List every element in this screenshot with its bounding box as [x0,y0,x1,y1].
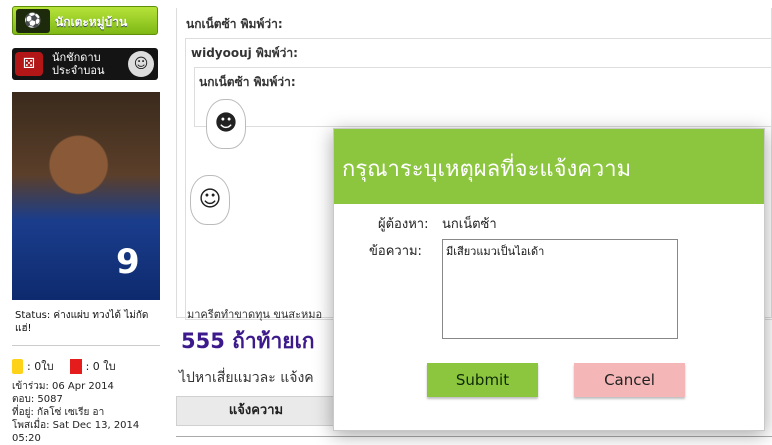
post-headline: 555 ถ้าท้ายเก [181,329,315,353]
user-stats: เข้าร่วม: 06 Apr 2014 ตอบ: 5087 ที่อยู่:… [12,380,170,445]
location: ที่อยู่: กัลโซ่ เซเรีย อา [12,407,105,418]
dialog-header: กรุณาระบุเหตุผลที่จะแจ้งความ [334,129,764,204]
sticker-emoji-icon: ☺ [190,175,230,225]
troll-face-icon: ☺ [128,51,154,77]
red-card-icon [69,358,82,374]
nested-quote-inner: นกเน็ตซ้า พิมพ์ว่า: [194,67,772,127]
dice-icon: ⚄ [15,52,43,76]
rank-badge: ⚽ นักเตะหมู่บ้าน [12,6,158,35]
quote-header: widyoouj พิมพ์ว่า: [191,46,298,60]
sticker-emoji-icon: ☻ [206,99,246,149]
submit-button[interactable]: Submit [427,363,538,397]
joined-date: เข้าร่วม: 06 Apr 2014 [12,381,114,392]
signature: มาครีตทำขาดทุน ขนสะหมอ [187,308,323,321]
sidebar-divider [12,345,160,346]
card-count: : 0ใบ : 0 ใบ [12,357,162,375]
gambler-badge: ⚄ นักชักดาบ ประจำบอน ☺ [12,48,158,80]
report-dialog: กรุณาระบุเหตุผลที่จะแจ้งความ ผู้ต้องหา: … [333,128,765,431]
post-subline: ไปหาเสี่ยแมวละ แจ้งค [179,370,314,386]
message-label: ข้อความ: [369,244,422,259]
user-sidebar: ⚽ นักเตะหมู่บ้าน ⚄ นักชักดาบ ประจำบอน ☺ … [0,0,168,444]
quote-header: นกเน็ตซ้า พิมพ์ว่า: [199,75,296,89]
shirt-number: 9 [116,242,140,282]
status-text: Status: ค่างแผ่บ ทวงได้ ไม่กัด แฮ่! [15,310,149,334]
message-textarea[interactable]: มีเสียวแมวเป็นไอเด้า [442,239,678,339]
avatar: 9 [12,92,160,300]
red-card-count: : 0 ใบ [85,360,116,373]
reply-count: ตอบ: 5087 [12,394,63,405]
cancel-button[interactable]: Cancel [574,363,685,397]
soccer-shoe-icon: ⚽ [16,9,50,33]
divider [176,436,772,437]
quote-header: นกเน็ตซ้า พิมพ์ว่า: [186,17,283,31]
report-button[interactable]: แจ้งความ [176,396,336,426]
dialog-title: กรุณาระบุเหตุผลที่จะแจ้งความ [342,157,632,182]
accuser-label: ผู้ต้องหา: [378,217,429,232]
accuser-value: นกเน็ตซ้า [442,217,497,232]
yellow-card-icon [12,358,23,374]
gambler-label: นักชักดาบ ประจำบอน [52,51,105,77]
rank-label: นักเตะหมู่บ้าน [55,15,128,29]
post-time: โพสเมื่อ: Sat Dec 13, 2014 05:20 [12,420,140,444]
yellow-card-count: : 0ใบ [27,360,54,373]
